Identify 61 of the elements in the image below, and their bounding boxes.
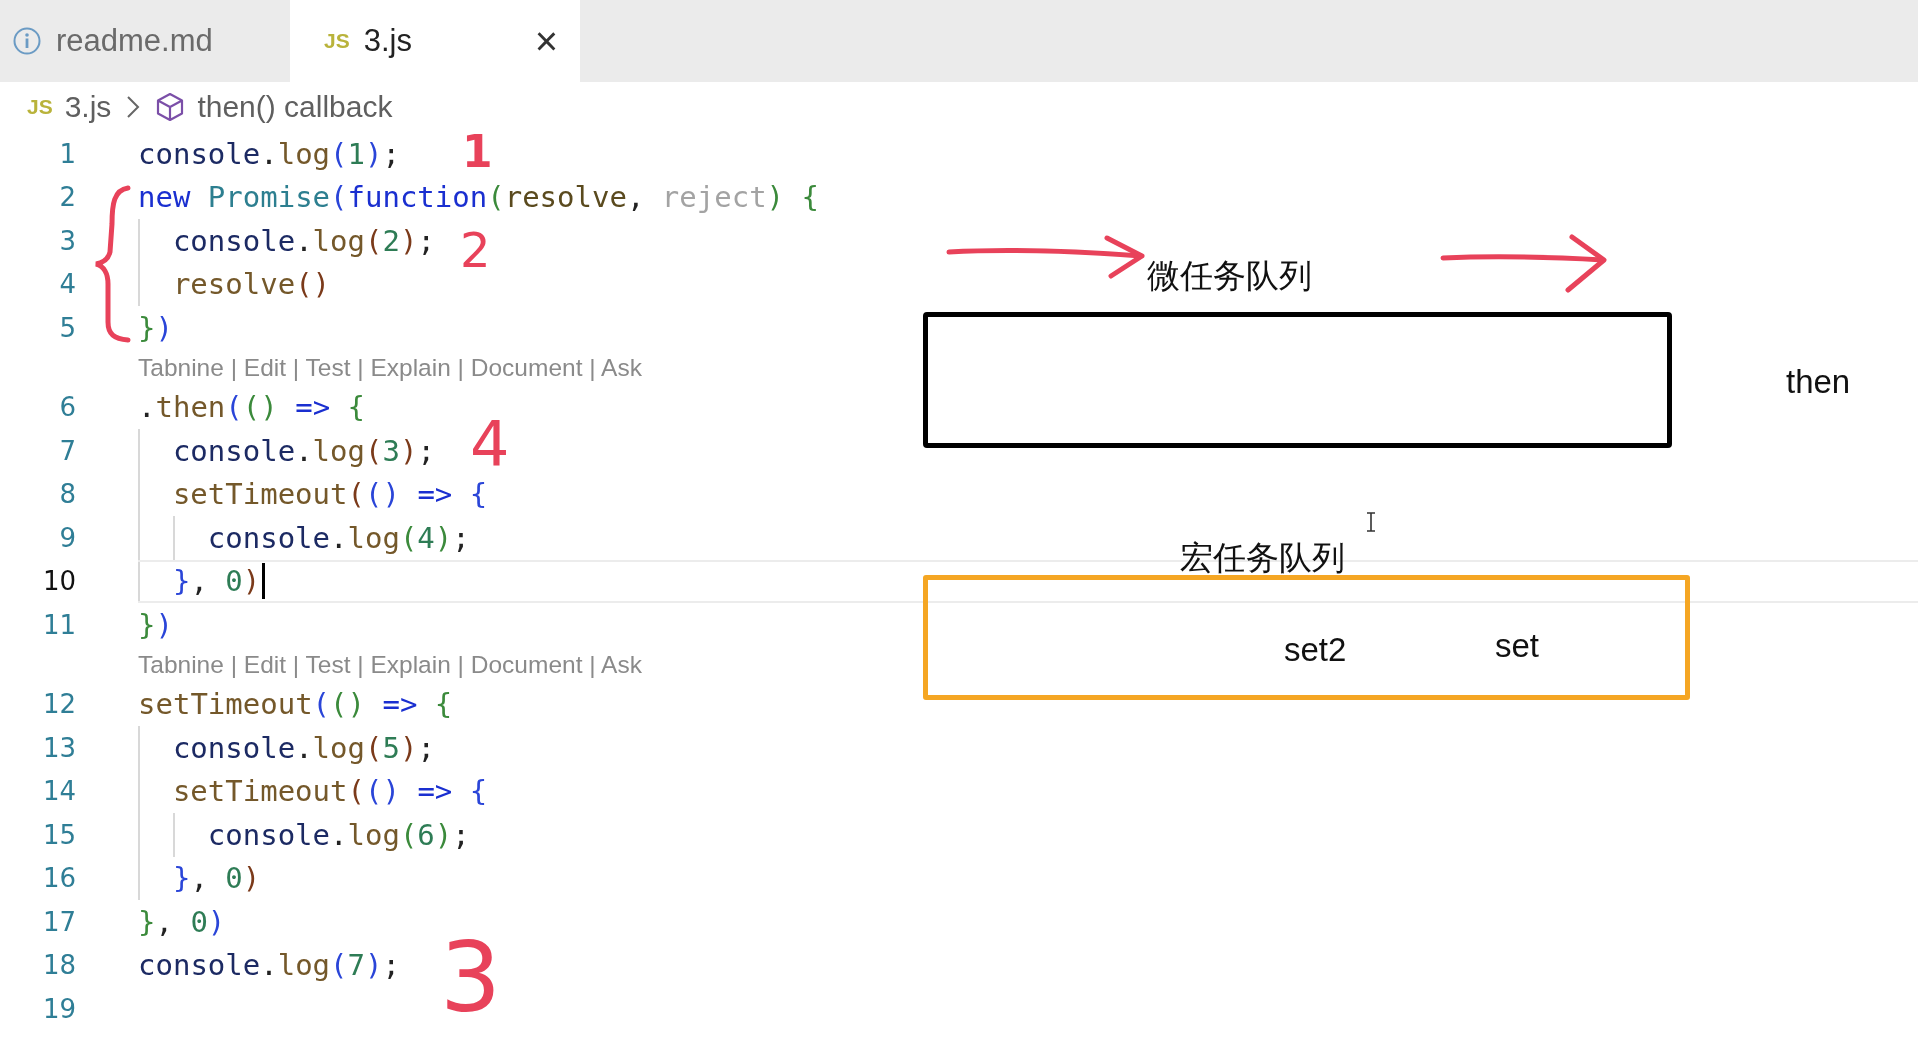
code-line: }, 0): [172, 860, 261, 898]
code-line: console.log(1);: [138, 135, 400, 173]
text-cursor-icon: [1365, 511, 1377, 533]
line-number: 10: [41, 566, 76, 597]
code-line: }, 0): [172, 561, 266, 601]
queue-item: set2: [1284, 631, 1347, 669]
code-line: console.log(7);: [138, 947, 400, 985]
tab-label: 3.js: [363, 23, 412, 59]
line-number: 7: [58, 435, 76, 466]
line-number: 11: [41, 609, 76, 640]
code-line: resolve(): [172, 266, 331, 304]
code-line: }): [138, 606, 173, 644]
line-number: 14: [41, 776, 76, 807]
code-line: setTimeout(() => {: [172, 773, 488, 811]
code-line: }): [138, 309, 173, 347]
handwritten-number: 3: [440, 930, 502, 1026]
code-line: }, 0): [138, 903, 226, 941]
line-number: 18: [41, 950, 76, 981]
code-line: console.log(3);: [172, 432, 435, 470]
line-number: 4: [58, 269, 76, 300]
cube-icon: [155, 92, 186, 122]
js-file-icon: JS: [27, 95, 53, 119]
line-number: 9: [58, 522, 76, 553]
tab-label: readme.md: [56, 23, 213, 59]
code-line: console.log(5);: [172, 729, 435, 767]
line-number: 3: [58, 225, 76, 256]
line-number: 19: [41, 993, 76, 1024]
code-line: .then(() => {: [138, 389, 366, 427]
line-number: 12: [41, 689, 76, 720]
editor-tab[interactable]: readme.md: [0, 0, 290, 82]
code-line: setTimeout(() => {: [172, 476, 488, 514]
editor-tab[interactable]: JS 3.js ×: [290, 0, 580, 82]
line-number: 8: [58, 479, 76, 510]
codelens-actions[interactable]: Tabnine | Edit | Test | Explain | Document | Ask: [138, 650, 642, 679]
breadcrumb-item[interactable]: then() callback: [197, 90, 393, 124]
handwritten-number: 2: [460, 226, 491, 274]
note-text: then: [1786, 363, 1851, 401]
info-icon: [12, 26, 42, 56]
close-icon[interactable]: ×: [534, 21, 558, 61]
line-number: 15: [41, 819, 76, 850]
code-line: new Promise(function(resolve, reject) {: [138, 179, 819, 217]
queue-label: 宏任务队列: [1180, 537, 1345, 579]
code-line: console.log(6);: [207, 816, 470, 854]
codelens-actions[interactable]: Tabnine | Edit | Test | Explain | Document | Ask: [138, 353, 642, 382]
queue-item: set: [1495, 627, 1540, 665]
line-number: 2: [58, 182, 76, 213]
chevron-icon: [125, 94, 142, 120]
line-number: 5: [58, 312, 76, 343]
line-number: 13: [41, 732, 76, 763]
breadcrumb-item[interactable]: 3.js: [64, 90, 112, 124]
code-line: console.log(2);: [172, 222, 435, 260]
handwritten-number: 4: [470, 414, 510, 476]
line-number: 16: [41, 863, 76, 894]
handwritten-number: 1: [462, 130, 493, 174]
queue-label: 微任务队列: [1147, 255, 1312, 297]
code-line: console.log(4);: [207, 519, 470, 557]
line-number: 1: [58, 138, 76, 169]
code-line: setTimeout(() => {: [138, 686, 453, 724]
line-number: 6: [58, 392, 76, 423]
js-file-icon: JS: [324, 29, 350, 53]
line-number: 17: [41, 906, 76, 937]
